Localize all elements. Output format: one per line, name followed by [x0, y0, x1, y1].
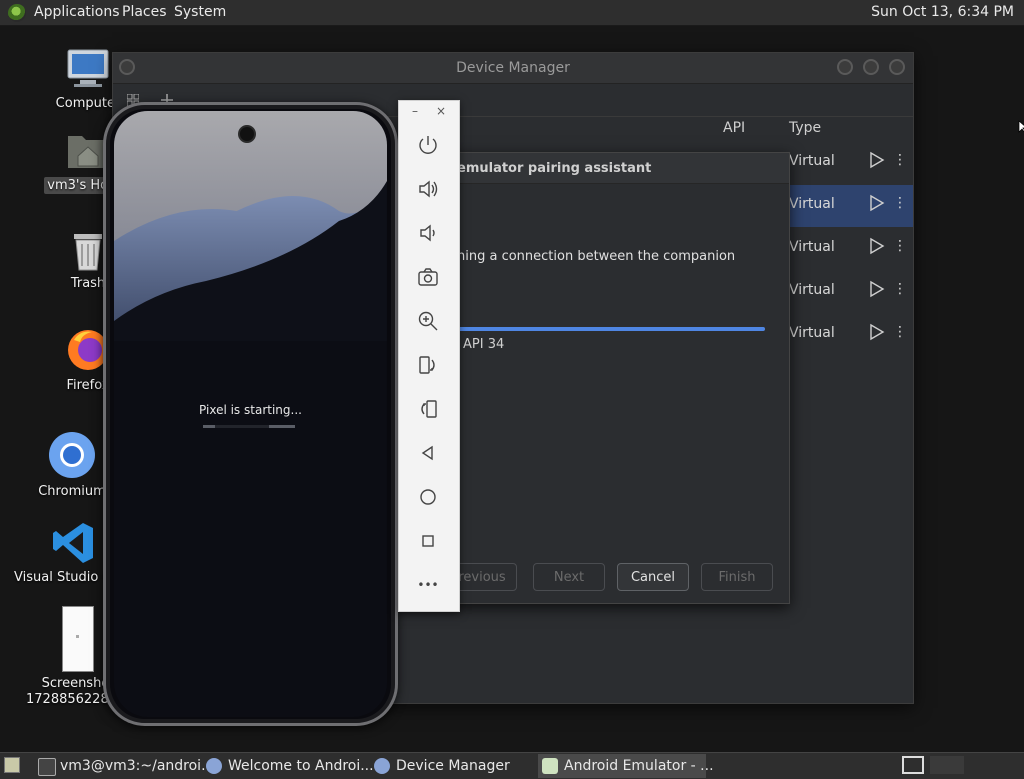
device-type: Virtual	[789, 282, 835, 298]
trash-icon	[74, 234, 102, 271]
pairing-progress-bar	[457, 327, 765, 331]
column-api[interactable]: API	[723, 120, 745, 136]
applications-menu[interactable]: Applications	[34, 4, 120, 20]
system-menu[interactable]: System	[174, 4, 226, 20]
close-button[interactable]	[889, 59, 905, 75]
zoom-icon[interactable]	[416, 309, 440, 333]
more-icon[interactable]: •••	[416, 573, 440, 597]
play-icon[interactable]	[869, 280, 885, 298]
image-file-icon	[62, 606, 94, 672]
back-icon[interactable]	[416, 441, 440, 465]
more-vert-icon[interactable]: ⋮	[893, 237, 907, 255]
show-desktop-icon[interactable]	[4, 757, 20, 773]
next-button[interactable]: Next	[533, 563, 605, 591]
more-vert-icon[interactable]: ⋮	[893, 194, 907, 212]
maximize-button[interactable]	[863, 59, 879, 75]
task-welcome-android-studio[interactable]: Welcome to Androi...	[202, 754, 374, 778]
more-vert-icon[interactable]: ⋮	[893, 151, 907, 169]
task-android-emulator[interactable]: Android Emulator - ...	[538, 754, 714, 778]
rotate-right-icon[interactable]	[416, 397, 440, 421]
power-icon[interactable]	[416, 133, 440, 157]
play-icon[interactable]	[869, 194, 885, 212]
terminal-icon	[38, 758, 56, 776]
minimize-button[interactable]	[837, 59, 853, 75]
device-type: Virtual	[789, 239, 835, 255]
minimize-icon[interactable]: –	[412, 104, 418, 118]
home-icon[interactable]	[416, 485, 440, 509]
play-icon[interactable]	[869, 237, 885, 255]
android-studio-icon	[206, 758, 222, 774]
vscode-icon	[53, 523, 93, 563]
task-label: vm3@vm3:~/androi...	[60, 758, 215, 774]
bottom-taskbar: vm3@vm3:~/androi... Welcome to Androi...…	[0, 752, 1024, 779]
task-terminal[interactable]: vm3@vm3:~/androi...	[34, 754, 214, 778]
boot-progress-bar	[203, 425, 295, 428]
emulator-icon	[542, 758, 558, 774]
more-vert-icon[interactable]: ⋮	[893, 323, 907, 341]
device-type: Virtual	[789, 196, 835, 212]
device-type: Virtual	[789, 153, 835, 169]
workspace-switcher-2[interactable]	[930, 756, 964, 774]
mouse-cursor	[1018, 120, 1024, 133]
computer-icon	[67, 49, 109, 87]
more-vert-icon[interactable]: ⋮	[893, 280, 907, 298]
dialog-title: emulator pairing assistant	[457, 161, 652, 176]
window-title: Device Manager	[456, 60, 570, 76]
places-menu[interactable]: Places	[122, 4, 167, 20]
desktop-icon-label: Chromium	[38, 484, 106, 499]
clock[interactable]: Sun Oct 13, 6:34 PM	[871, 4, 1014, 20]
workspace-switcher-1[interactable]	[902, 756, 924, 774]
gnome-foot-icon[interactable]	[8, 4, 26, 22]
task-label: Android Emulator - ...	[564, 758, 714, 774]
camera-icon[interactable]	[416, 265, 440, 289]
finish-button[interactable]: Finish	[701, 563, 773, 591]
emulator-device-frame: Pixel is starting...	[103, 102, 398, 726]
close-icon[interactable]: ×	[436, 104, 446, 118]
device-type: Virtual	[789, 325, 835, 341]
desktop-icon-chromium[interactable]: Chromium	[32, 430, 112, 499]
device-manager-titlebar[interactable]: Device Manager	[113, 53, 913, 84]
dialog-description: hing a connection between the companion	[457, 249, 736, 264]
api-level-label: API 34	[463, 337, 505, 352]
play-icon[interactable]	[869, 151, 885, 169]
task-label: Welcome to Androi...	[228, 758, 374, 774]
column-type[interactable]: Type	[789, 120, 821, 136]
wallpaper	[114, 111, 387, 341]
task-label: Device Manager	[396, 758, 510, 774]
boot-status-text: Pixel is starting...	[199, 403, 302, 417]
cancel-button[interactable]: Cancel	[617, 563, 689, 591]
volume-up-icon[interactable]	[416, 177, 440, 201]
rotate-left-icon[interactable]	[416, 353, 440, 377]
front-camera	[238, 125, 256, 143]
emulator-toolbar: – × •••	[398, 100, 460, 612]
volume-down-icon[interactable]	[416, 221, 440, 245]
chromium-icon	[49, 432, 95, 478]
overview-icon[interactable]	[416, 529, 440, 553]
top-panel: Applications Places System Sun Oct 13, 6…	[0, 0, 1024, 26]
play-icon[interactable]	[869, 323, 885, 341]
task-device-manager[interactable]: Device Manager	[370, 754, 536, 778]
android-studio-icon	[374, 758, 390, 774]
emulator-screen[interactable]: Pixel is starting...	[114, 111, 387, 717]
